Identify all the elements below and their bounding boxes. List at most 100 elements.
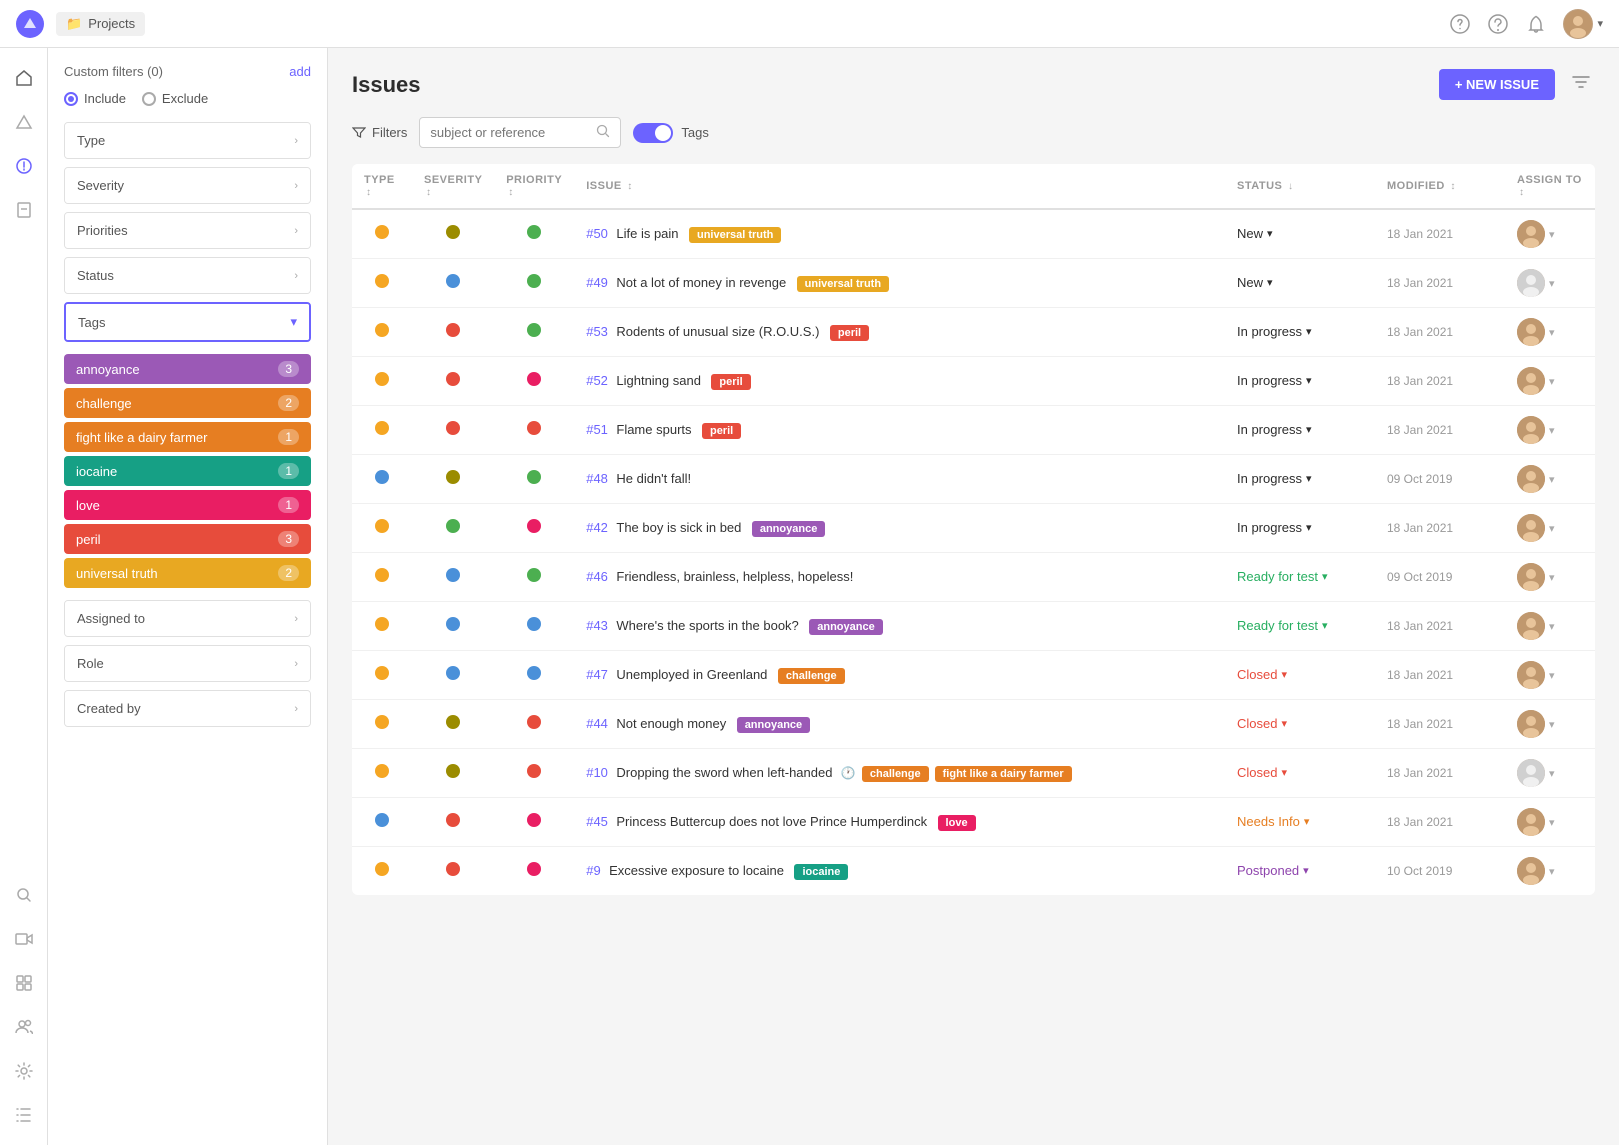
status-badge[interactable]: In progress ▾ <box>1237 520 1312 535</box>
col-header-issue[interactable]: ISSUE ↕ <box>574 164 1225 209</box>
assignee-avatar[interactable] <box>1517 220 1545 248</box>
user-avatar-menu[interactable]: ▾ <box>1563 9 1603 39</box>
assignee-avatar[interactable] <box>1517 514 1545 542</box>
assignee-avatar[interactable] <box>1517 759 1545 787</box>
status-badge[interactable]: In progress ▾ <box>1237 324 1312 339</box>
assign-chevron[interactable]: ▾ <box>1549 522 1555 535</box>
filter-section-type[interactable]: Type › <box>64 122 311 159</box>
assign-chevron[interactable]: ▾ <box>1549 473 1555 486</box>
tag-item-love[interactable]: love 1 <box>64 490 311 520</box>
user-menu-chevron[interactable]: ▾ <box>1597 17 1603 30</box>
toggle-tags-switch[interactable] <box>633 123 673 143</box>
status-badge[interactable]: Ready for test ▾ <box>1237 569 1327 584</box>
breadcrumb-projects[interactable]: 📁 Projects <box>56 12 145 36</box>
filter-section-severity-row[interactable]: Severity › <box>65 168 310 203</box>
assignee-avatar[interactable] <box>1517 318 1545 346</box>
col-header-type[interactable]: TYPE ↕ <box>352 164 412 209</box>
issue-ref[interactable]: #42 <box>586 520 608 535</box>
filter-section-priorities[interactable]: Priorities › <box>64 212 311 249</box>
status-badge[interactable]: Closed ▾ <box>1237 716 1287 731</box>
filter-section-role-row[interactable]: Role › <box>65 646 310 681</box>
assign-chevron[interactable]: ▾ <box>1549 424 1555 437</box>
issue-ref[interactable]: #47 <box>586 667 608 682</box>
assign-chevron[interactable]: ▾ <box>1549 865 1555 878</box>
user-avatar[interactable] <box>1563 9 1593 39</box>
sidebar-icon-grid[interactable] <box>6 965 42 1001</box>
bell-icon[interactable] <box>1525 13 1547 35</box>
status-badge[interactable]: Postponed ▾ <box>1237 863 1309 878</box>
assign-chevron[interactable]: ▾ <box>1549 816 1555 829</box>
tag-item-challenge[interactable]: challenge 2 <box>64 388 311 418</box>
assignee-avatar[interactable] <box>1517 465 1545 493</box>
assign-chevron[interactable]: ▾ <box>1549 669 1555 682</box>
filter-section-status[interactable]: Status › <box>64 257 311 294</box>
status-badge[interactable]: In progress ▾ <box>1237 373 1312 388</box>
assignee-avatar[interactable] <box>1517 269 1545 297</box>
search-input[interactable] <box>430 125 590 140</box>
assignee-avatar[interactable] <box>1517 416 1545 444</box>
assign-chevron[interactable]: ▾ <box>1549 326 1555 339</box>
filter-section-assigned-row[interactable]: Assigned to › <box>65 601 310 636</box>
tag-item-annoyance[interactable]: annoyance 3 <box>64 354 311 384</box>
assignee-avatar[interactable] <box>1517 808 1545 836</box>
assign-chevron[interactable]: ▾ <box>1549 620 1555 633</box>
col-header-assign[interactable]: ASSIGN TO ↕ <box>1505 164 1595 209</box>
issue-ref[interactable]: #10 <box>586 765 608 780</box>
filters-button[interactable]: Filters <box>352 121 407 144</box>
assign-chevron[interactable]: ▾ <box>1549 228 1555 241</box>
assignee-avatar[interactable] <box>1517 563 1545 591</box>
filter-section-created-by[interactable]: Created by › <box>64 690 311 727</box>
sidebar-icon-home[interactable] <box>6 60 42 96</box>
assignee-avatar[interactable] <box>1517 857 1545 885</box>
issue-ref[interactable]: #9 <box>586 863 600 878</box>
issue-ref[interactable]: #52 <box>586 373 608 388</box>
assign-chevron[interactable]: ▾ <box>1549 277 1555 290</box>
issue-ref[interactable]: #49 <box>586 275 608 290</box>
assign-chevron[interactable]: ▾ <box>1549 375 1555 388</box>
issue-ref[interactable]: #50 <box>586 226 608 241</box>
new-issue-button[interactable]: + NEW ISSUE <box>1439 69 1555 100</box>
issue-ref[interactable]: #51 <box>586 422 608 437</box>
issue-ref[interactable]: #53 <box>586 324 608 339</box>
assign-chevron[interactable]: ▾ <box>1549 767 1555 780</box>
col-header-severity[interactable]: SEVERITY ↕ <box>412 164 494 209</box>
status-badge[interactable]: New ▾ <box>1237 275 1273 290</box>
assign-chevron[interactable]: ▾ <box>1549 571 1555 584</box>
col-header-status[interactable]: STATUS ↓ <box>1225 164 1375 209</box>
issue-ref[interactable]: #43 <box>586 618 608 633</box>
tag-item-iocaine[interactable]: iocaine 1 <box>64 456 311 486</box>
column-settings-icon[interactable] <box>1567 68 1595 101</box>
status-badge[interactable]: New ▾ <box>1237 226 1273 241</box>
filter-add-link[interactable]: add <box>289 64 311 79</box>
filter-section-assigned[interactable]: Assigned to › <box>64 600 311 637</box>
tags-dropdown[interactable]: Tags ▾ <box>64 302 311 342</box>
assignee-avatar[interactable] <box>1517 710 1545 738</box>
issue-ref[interactable]: #46 <box>586 569 608 584</box>
filter-section-type-row[interactable]: Type › <box>65 123 310 158</box>
filter-section-status-row[interactable]: Status › <box>65 258 310 293</box>
tag-item-universal-truth[interactable]: universal truth 2 <box>64 558 311 588</box>
issue-ref[interactable]: #44 <box>586 716 608 731</box>
assignee-avatar[interactable] <box>1517 367 1545 395</box>
col-header-modified[interactable]: MODIFIED ↕ <box>1375 164 1505 209</box>
sidebar-icon-settings[interactable] <box>6 1053 42 1089</box>
include-radio[interactable]: Include <box>64 91 126 106</box>
tag-item-peril[interactable]: peril 3 <box>64 524 311 554</box>
filter-section-severity[interactable]: Severity › <box>64 167 311 204</box>
help-circle-icon[interactable] <box>1449 13 1471 35</box>
assign-chevron[interactable]: ▾ <box>1549 718 1555 731</box>
question-circle-icon[interactable] <box>1487 13 1509 35</box>
sidebar-icon-search[interactable] <box>6 877 42 913</box>
issue-ref[interactable]: #48 <box>586 471 608 486</box>
sidebar-icon-users[interactable] <box>6 1009 42 1045</box>
exclude-radio[interactable]: Exclude <box>142 91 208 106</box>
sidebar-icon-triangle[interactable] <box>6 104 42 140</box>
assignee-avatar[interactable] <box>1517 661 1545 689</box>
search-box[interactable] <box>419 117 621 148</box>
sidebar-icon-bookmark[interactable] <box>6 192 42 228</box>
filter-section-role[interactable]: Role › <box>64 645 311 682</box>
filter-section-created-by-row[interactable]: Created by › <box>65 691 310 726</box>
issue-ref[interactable]: #45 <box>586 814 608 829</box>
status-badge[interactable]: Ready for test ▾ <box>1237 618 1327 633</box>
assignee-avatar[interactable] <box>1517 612 1545 640</box>
